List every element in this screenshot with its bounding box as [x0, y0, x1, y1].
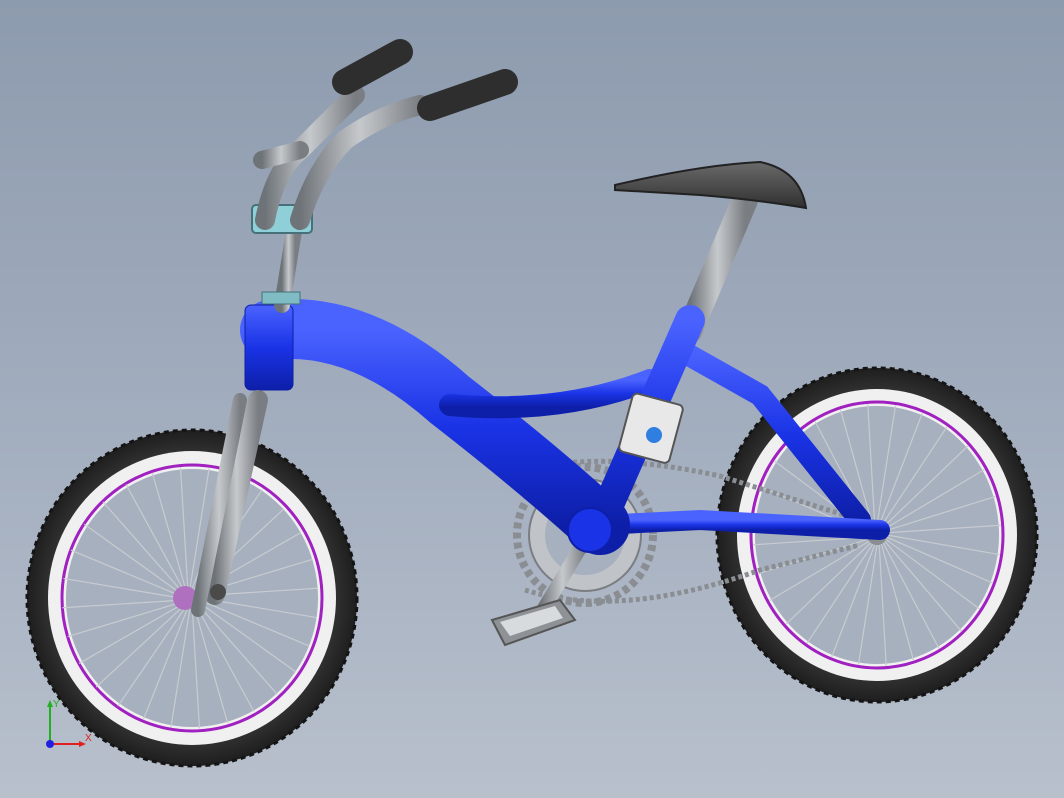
- cad-viewport[interactable]: Y X: [0, 0, 1064, 798]
- fork-dropout: [210, 584, 226, 600]
- light-lens: [646, 427, 662, 443]
- coordinate-triad: Y X: [46, 699, 92, 748]
- handlebar[interactable]: [253, 39, 518, 230]
- x-axis-label: X: [85, 733, 92, 744]
- y-axis-label: Y: [53, 699, 60, 710]
- bicycle-model[interactable]: [0, 0, 1064, 798]
- reflector-light[interactable]: [618, 392, 684, 464]
- headset-spacer: [261, 291, 301, 305]
- left-grip[interactable]: [332, 39, 413, 95]
- right-grip[interactable]: [417, 69, 518, 121]
- z-axis-icon: [46, 740, 54, 748]
- saddle[interactable]: [614, 160, 808, 210]
